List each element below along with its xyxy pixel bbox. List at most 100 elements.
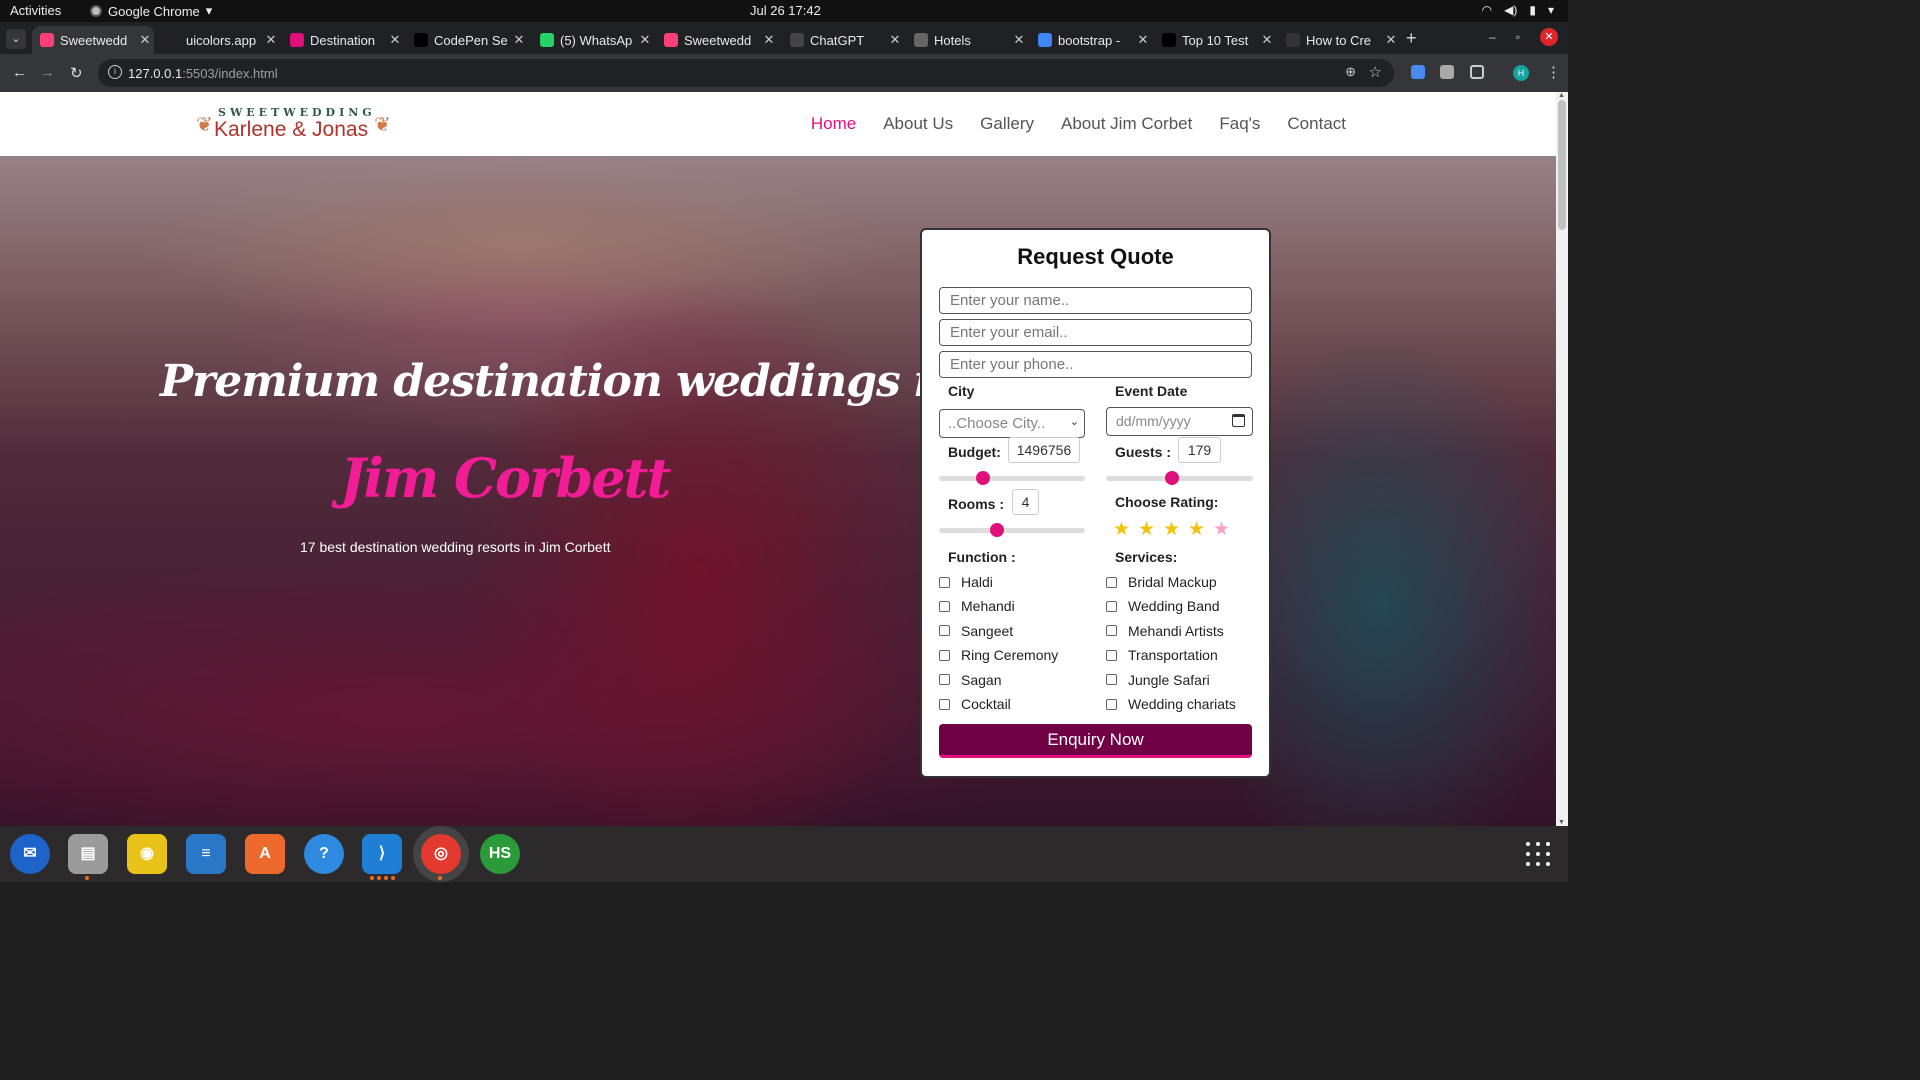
hs-icon[interactable]: HS xyxy=(480,834,520,874)
software-icon[interactable]: A xyxy=(245,834,285,874)
clock[interactable]: Jul 26 17:42 xyxy=(750,3,821,18)
nav-link-home[interactable]: Home xyxy=(811,114,856,134)
files-icon[interactable]: ▤ xyxy=(68,834,108,874)
scroll-up-icon[interactable]: ▲ xyxy=(1558,92,1565,99)
bookmark-star-icon[interactable]: ☆ xyxy=(1369,63,1382,81)
browser-tab[interactable]: Hotels ✕ xyxy=(906,26,1028,54)
help-icon[interactable]: ? xyxy=(304,834,344,874)
browser-tab[interactable]: Sweetwedd ✕ xyxy=(32,26,154,54)
tab-close-icon[interactable]: ✕ xyxy=(886,32,904,48)
browser-tab[interactable]: bootstrap - ✕ xyxy=(1030,26,1152,54)
scroll-down-icon[interactable]: ▼ xyxy=(1558,819,1565,826)
functions-checkbox-row[interactable]: Cocktail xyxy=(939,696,1011,712)
functions-checkbox-row[interactable]: Ring Ceremony xyxy=(939,647,1058,663)
tab-close-icon[interactable]: ✕ xyxy=(760,32,778,48)
writer-icon[interactable]: ≡ xyxy=(186,834,226,874)
services-checkbox-row[interactable]: Wedding chariats xyxy=(1106,696,1236,712)
services-checkbox[interactable] xyxy=(1106,625,1117,637)
browser-tab[interactable]: Top 10 Test ✕ xyxy=(1154,26,1276,54)
page-scrollbar[interactable]: ▲ ▼ xyxy=(1556,92,1568,826)
site-logo[interactable]: ❦ SWEETWEDDING Karlene & Jonas ❦ xyxy=(196,106,396,142)
reload-icon[interactable]: ↻ xyxy=(70,64,83,82)
site-info-icon[interactable]: i xyxy=(108,65,122,79)
nav-link-contact[interactable]: Contact xyxy=(1287,114,1346,134)
show-apps-grid-icon[interactable] xyxy=(1526,842,1550,866)
functions-checkbox[interactable] xyxy=(939,600,950,612)
functions-checkbox-row[interactable]: Haldi xyxy=(939,574,993,590)
services-checkbox-row[interactable]: Jungle Safari xyxy=(1106,672,1210,688)
app-menu[interactable]: Google Chrome ▾ xyxy=(90,3,212,19)
system-tray[interactable]: ◠ ◀) ▮ ▾ xyxy=(1482,3,1554,17)
city-select[interactable]: ..Choose City.. ⌄ xyxy=(939,409,1085,438)
services-checkbox-row[interactable]: Transportation xyxy=(1106,647,1218,663)
nav-link-gallery[interactable]: Gallery xyxy=(980,114,1034,134)
services-checkbox-row[interactable]: Mehandi Artists xyxy=(1106,623,1224,639)
guests-slider[interactable] xyxy=(1106,471,1253,485)
functions-checkbox[interactable] xyxy=(939,576,950,588)
nav-link-about-us[interactable]: About Us xyxy=(883,114,953,134)
rating-star-icon[interactable]: ★ xyxy=(1137,518,1156,541)
back-icon[interactable]: ← xyxy=(12,64,27,81)
tab-close-icon[interactable]: ✕ xyxy=(636,32,654,48)
tab-close-icon[interactable]: ✕ xyxy=(386,32,404,48)
extensions-puzzle-icon[interactable] xyxy=(1470,65,1484,79)
rooms-slider-handle[interactable] xyxy=(990,523,1005,537)
screenshot-extension-icon[interactable] xyxy=(1440,65,1454,79)
tab-close-icon[interactable]: ✕ xyxy=(1258,32,1276,48)
event-date-input[interactable]: dd/mm/yyyy xyxy=(1106,407,1253,436)
nav-link-about-jim-corbet[interactable]: About Jim Corbet xyxy=(1061,114,1192,134)
new-tab-button[interactable]: + xyxy=(1406,28,1417,49)
minimize-icon[interactable]: – xyxy=(1489,30,1496,46)
kebab-menu-icon[interactable]: ⋮ xyxy=(1546,63,1561,81)
services-checkbox[interactable] xyxy=(1106,698,1117,710)
functions-checkbox[interactable] xyxy=(939,674,950,686)
services-checkbox[interactable] xyxy=(1106,674,1117,686)
address-bar[interactable]: i 127.0.0.1:5503/index.html ⊕ ☆ xyxy=(98,59,1394,87)
browser-tab[interactable]: CodePen Se ✕ xyxy=(406,26,528,54)
rooms-value-field[interactable]: 4 xyxy=(1012,489,1039,515)
tab-close-icon[interactable]: ✕ xyxy=(510,32,528,48)
functions-checkbox[interactable] xyxy=(939,649,950,661)
functions-checkbox[interactable] xyxy=(939,698,950,710)
thunderbird-icon[interactable]: ✉ xyxy=(10,834,50,874)
budget-slider[interactable] xyxy=(939,471,1085,485)
email-input[interactable]: Enter your email.. xyxy=(939,319,1252,346)
rating-star-icon[interactable]: ★ xyxy=(1162,518,1181,541)
budget-slider-handle[interactable] xyxy=(975,471,990,485)
activities-button[interactable]: Activities xyxy=(10,3,61,18)
close-window-icon[interactable]: ✕ xyxy=(1540,28,1558,46)
browser-tab[interactable]: (5) WhatsAp ✕ xyxy=(532,26,654,54)
services-checkbox[interactable] xyxy=(1106,576,1117,588)
zoom-icon[interactable]: ⊕ xyxy=(1345,64,1356,80)
tab-search-icon[interactable]: ⌄ xyxy=(6,29,26,49)
extension-icon[interactable] xyxy=(1411,65,1425,79)
profile-avatar[interactable]: H xyxy=(1513,65,1529,81)
browser-tab[interactable]: Sweetwedd ✕ xyxy=(656,26,778,54)
guests-value-field[interactable]: 179 xyxy=(1178,437,1221,463)
guests-slider-handle[interactable] xyxy=(1165,471,1180,485)
name-input[interactable]: Enter your name.. xyxy=(939,287,1252,314)
functions-checkbox-row[interactable]: Sangeet xyxy=(939,623,1013,639)
phone-input[interactable]: Enter your phone.. xyxy=(939,351,1252,378)
services-checkbox-row[interactable]: Wedding Band xyxy=(1106,598,1220,614)
functions-checkbox-row[interactable]: Mehandi xyxy=(939,598,1015,614)
rating-star-icon[interactable]: ★ xyxy=(1187,518,1206,541)
functions-checkbox[interactable] xyxy=(939,625,950,637)
calendar-icon[interactable] xyxy=(1232,414,1245,427)
tab-close-icon[interactable]: ✕ xyxy=(262,32,280,48)
rooms-slider[interactable] xyxy=(939,523,1085,537)
url-text[interactable]: 127.0.0.1:5503/index.html xyxy=(128,66,278,81)
tab-close-icon[interactable]: ✕ xyxy=(1010,32,1028,48)
browser-tab[interactable]: uicolors.app ✕ xyxy=(158,26,280,54)
tab-close-icon[interactable]: ✕ xyxy=(1134,32,1152,48)
tab-close-icon[interactable]: ✕ xyxy=(1382,32,1400,48)
nav-link-faq-s[interactable]: Faq's xyxy=(1219,114,1260,134)
services-checkbox[interactable] xyxy=(1106,649,1117,661)
scrollbar-thumb[interactable] xyxy=(1558,100,1566,230)
services-checkbox[interactable] xyxy=(1106,600,1117,612)
chrome-icon[interactable]: ◎ xyxy=(421,834,461,874)
rating-star-icon[interactable]: ★ xyxy=(1112,518,1131,541)
browser-tab[interactable]: Destination ✕ xyxy=(282,26,404,54)
browser-tab[interactable]: How to Cre ✕ xyxy=(1278,26,1400,54)
browser-tab[interactable]: ChatGPT ✕ xyxy=(782,26,904,54)
